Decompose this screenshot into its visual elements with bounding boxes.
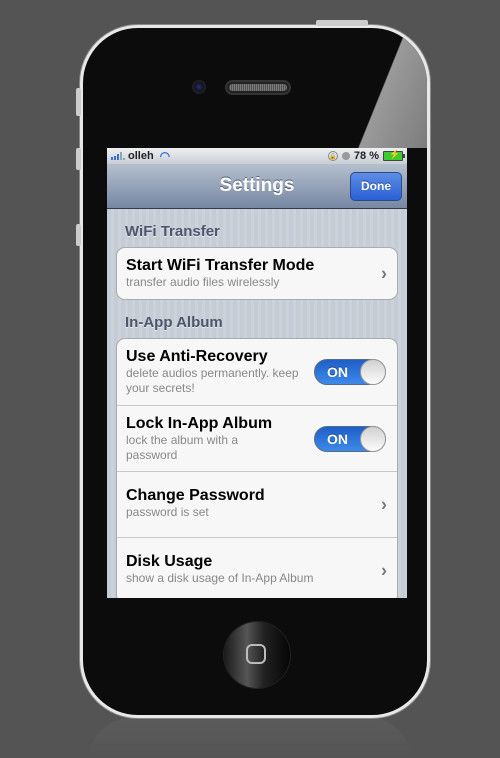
- signal-icon: [111, 152, 125, 160]
- cell-subtitle: delete audios permanently. keep your sec…: [126, 366, 299, 395]
- toggle-label: ON: [327, 430, 348, 447]
- cell-subtitle: show a disk usage of In-App Album: [126, 571, 314, 585]
- rotation-lock-icon: 🔒: [327, 151, 338, 161]
- cell-anti-recovery: Use Anti-Recovery delete audios permanen…: [117, 339, 397, 405]
- navigation-bar: Settings Done: [107, 164, 407, 209]
- wifi-icon: ◠: [159, 149, 171, 163]
- wifi-transfer-group: Start WiFi Transfer Mode transfer audio …: [116, 247, 398, 300]
- cell-title: Change Password: [126, 487, 265, 504]
- cell-start-wifi-transfer[interactable]: Start WiFi Transfer Mode transfer audio …: [117, 248, 397, 299]
- power-button: [316, 20, 368, 26]
- section-header-in-app-album: In-App Album: [125, 314, 223, 331]
- home-button[interactable]: [224, 622, 290, 688]
- toggle-knob: [360, 425, 386, 452]
- cell-subtitle: password is set: [126, 505, 209, 519]
- earpiece-speaker: [225, 80, 291, 95]
- cell-subtitle: transfer audio files wirelessly: [126, 275, 280, 289]
- chevron-right-icon: ›: [381, 560, 387, 580]
- toggle-label: ON: [327, 364, 348, 380]
- phone-reflection: [90, 718, 410, 758]
- section-header-wifi-transfer: WiFi Transfer: [125, 223, 220, 240]
- cell-subtitle: lock the album with a password: [126, 433, 239, 462]
- cell-change-password[interactable]: Change Password password is set ›: [117, 471, 397, 537]
- carrier-name: olleh: [128, 150, 154, 162]
- in-app-album-group: Use Anti-Recovery delete audios permanen…: [116, 338, 398, 598]
- battery-charging-icon: ⚡: [383, 149, 405, 161]
- chevron-right-icon: ›: [381, 263, 387, 283]
- toggle-knob: [360, 359, 386, 385]
- cell-title: Start WiFi Transfer Mode: [126, 257, 315, 274]
- done-button[interactable]: Done: [350, 172, 402, 201]
- anti-recovery-toggle[interactable]: ON: [314, 359, 386, 385]
- home-square-icon: [246, 644, 266, 664]
- alarm-icon: [341, 152, 350, 160]
- lock-album-toggle[interactable]: ON: [314, 425, 386, 452]
- status-bar: olleh ◠ 🔒 78 % ⚡: [107, 148, 407, 164]
- front-camera: [192, 80, 206, 94]
- volume-down-button: [76, 224, 81, 246]
- screen: olleh ◠ 🔒 78 % ⚡ Settings Done WiFi Tran…: [107, 148, 407, 598]
- cell-lock-album: Lock In-App Album lock the album with a …: [117, 405, 397, 471]
- cell-disk-usage[interactable]: Disk Usage show a disk usage of In-App A…: [117, 537, 397, 598]
- volume-up-button: [76, 148, 81, 170]
- battery-percent: 78 %: [353, 150, 379, 162]
- mute-switch: [76, 88, 81, 116]
- cell-title: Disk Usage: [126, 553, 213, 570]
- chevron-right-icon: ›: [381, 494, 387, 514]
